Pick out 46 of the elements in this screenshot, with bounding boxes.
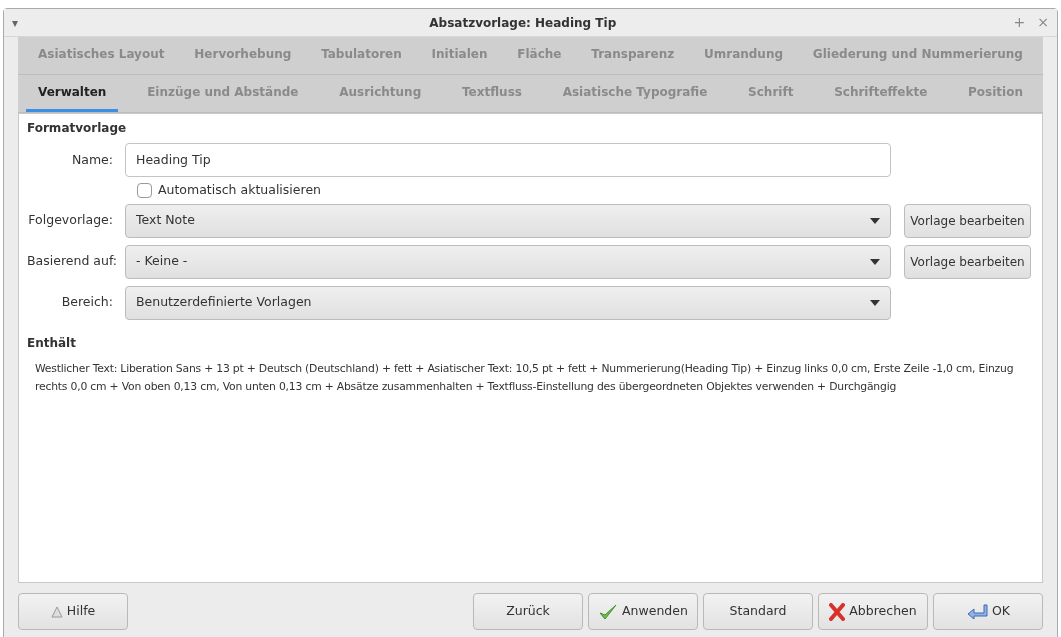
field-label: Basierend auf: <box>27 252 119 271</box>
field-label: Folgevorlage: <box>27 211 114 230</box>
dropdown[interactable]: Benutzerdefinierte Vorlagen <box>125 285 891 320</box>
cross-icon <box>829 602 846 621</box>
dropdown-caret-icon <box>870 258 880 265</box>
tab[interactable]: Einzüge und Abstände <box>135 75 311 112</box>
section-heading: Formatvorlage <box>27 120 128 137</box>
tab[interactable]: Asiatisches Layout <box>26 37 177 74</box>
dialog-button[interactable]: Standard <box>703 593 813 630</box>
checkmark-icon <box>598 602 619 621</box>
checkbox-label: Automatisch aktualisieren <box>158 181 321 199</box>
tab[interactable]: Schrifteffekte <box>822 75 940 112</box>
dropdown[interactable]: - Keine - <box>125 244 891 279</box>
return-arrow-icon <box>965 602 988 621</box>
dialog-button[interactable]: Zurück <box>473 593 583 630</box>
tab[interactable]: Fläche <box>505 37 574 74</box>
style-description: Westlicher Text: Liberation Sans + 13 pt + Deutsch (Deutschland) + fett + Asiatischer Text: 10,5 pt + fett + Nummerierung(Heading Tip) + Einzug links 0,0 cm, Erste Zeile -1,0 cm, Einzug rechts 0,0 cm + Von oben 0,13 cm, Von unten 0,13 cm + Absätze zusammenhalten + Textfluss-Einstellung des übergeordneten Objektes verwenden + Durchgängig <box>35 360 1015 395</box>
field-label: Bereich: <box>60 293 114 312</box>
checkbox[interactable] <box>137 182 152 198</box>
tab[interactable]: Position <box>956 75 1035 112</box>
tab[interactable]: Gliederung und Nummerierung <box>800 37 1035 74</box>
name-field[interactable]: Heading Tip <box>125 143 891 177</box>
tab[interactable]: Textfluss <box>450 75 534 112</box>
tab[interactable]: Tabulatoren <box>309 37 414 74</box>
tab[interactable]: Umrandung <box>691 37 796 74</box>
tab[interactable]: Ausrichtung <box>327 75 434 112</box>
window-menu-button[interactable]: ▾ <box>12 13 32 32</box>
tab[interactable]: Transparenz <box>579 37 687 74</box>
window-control-button[interactable]: × <box>1037 12 1049 33</box>
tab[interactable]: Hervorhebung <box>182 37 304 74</box>
tab[interactable]: Asiatische Typografie <box>550 75 720 112</box>
dropdown[interactable]: Text Note <box>125 203 891 238</box>
dialog-button[interactable]: Abbrechen <box>818 593 928 630</box>
dropdown-caret-icon <box>870 217 880 224</box>
section-heading: Enthält <box>27 334 77 352</box>
edit-style-button[interactable]: Vorlage bearbeiten <box>904 203 1031 238</box>
dialog-button[interactable]: Hilfe <box>18 593 128 630</box>
field-label: Name: <box>70 150 114 169</box>
tab[interactable]: Initialen <box>419 37 500 74</box>
tab[interactable]: Schrift <box>736 75 806 112</box>
dialog-button[interactable]: Anwenden <box>588 593 698 630</box>
dropdown-caret-icon <box>870 299 880 306</box>
window-control-button[interactable]: + <box>1013 12 1026 33</box>
window-title: Absatzvorlage: Heading Tip <box>428 14 618 32</box>
dialog-button[interactable]: OK <box>933 593 1043 630</box>
edit-style-button[interactable]: Vorlage bearbeiten <box>904 244 1031 279</box>
